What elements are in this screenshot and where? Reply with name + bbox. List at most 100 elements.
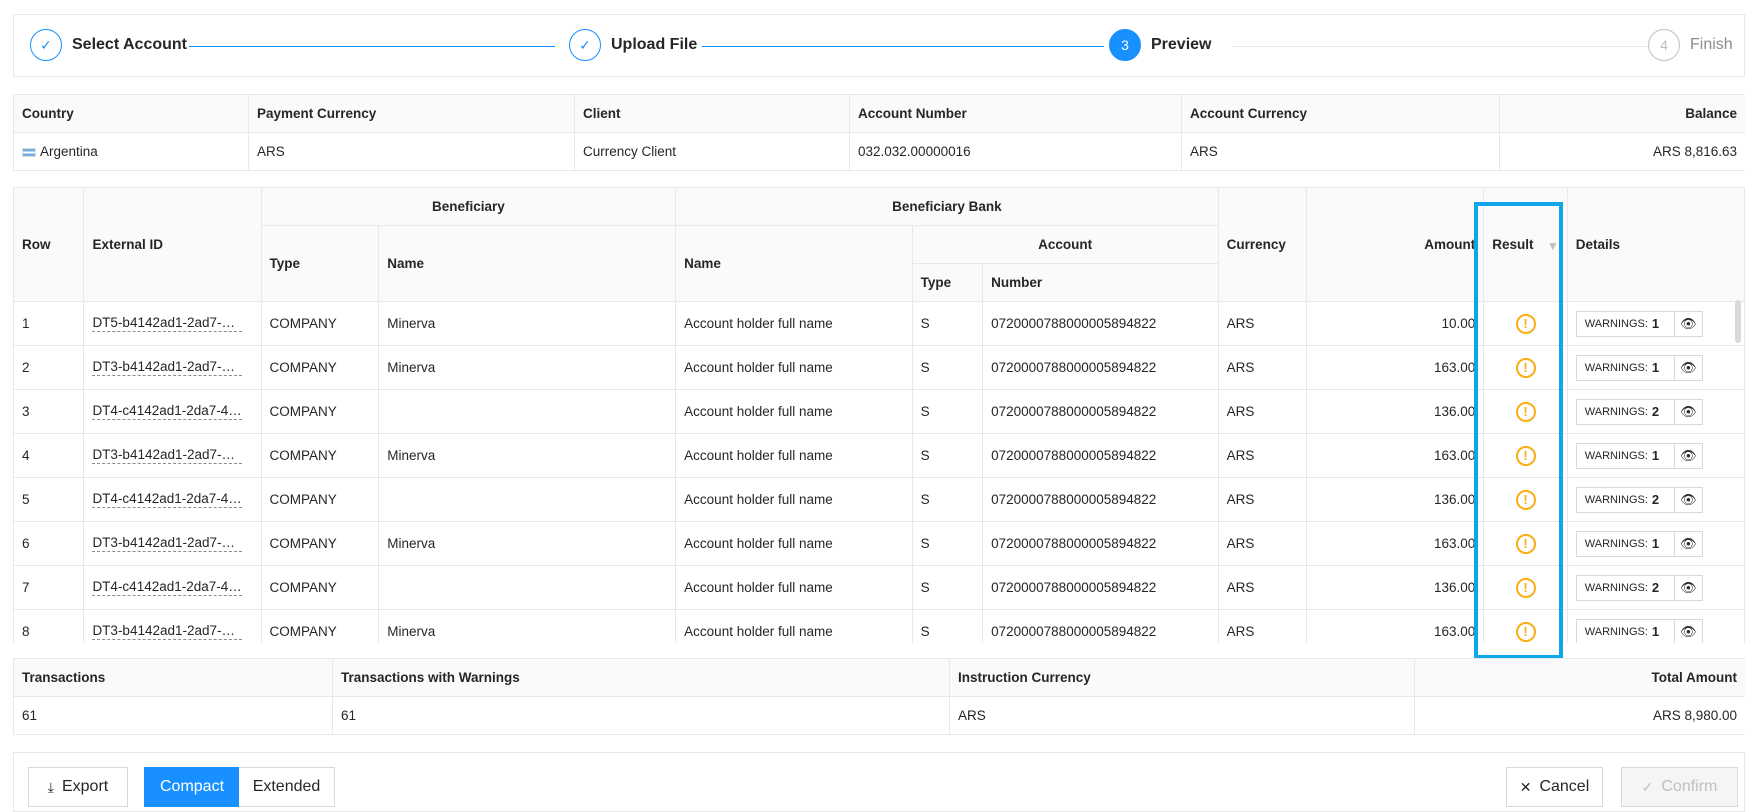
step-label: Select Account bbox=[72, 36, 187, 54]
result-cell: ! bbox=[1484, 434, 1568, 478]
result-cell: ! bbox=[1484, 566, 1568, 610]
column-header: Transactions with Warnings bbox=[333, 659, 950, 697]
account-number-cell: 0720000788000005894822 bbox=[983, 522, 1218, 566]
account-type-cell: S bbox=[912, 346, 982, 390]
bank-name-cell: Account holder full name bbox=[676, 434, 913, 478]
eye-icon[interactable]: 👁 bbox=[1675, 619, 1703, 644]
warnings-count: 1 bbox=[1652, 536, 1666, 551]
warnings-count: 2 bbox=[1652, 492, 1666, 507]
external-id-cell: DT3-b4142ad1-2ad7-47... bbox=[84, 522, 261, 566]
warning-icon: ! bbox=[1516, 622, 1536, 642]
result-label: Result bbox=[1492, 237, 1533, 252]
extended-toggle[interactable]: Extended bbox=[239, 767, 335, 807]
table-row[interactable]: 3DT4-c4142ad1-2da7-47...COMPANYAccount h… bbox=[14, 390, 1745, 434]
warnings-button[interactable]: WARNINGS:2 bbox=[1576, 399, 1675, 425]
details-cell: WARNINGS:2👁 bbox=[1567, 566, 1744, 610]
external-id-link[interactable]: DT3-b4142ad1-2ad7-47... bbox=[92, 447, 242, 464]
external-id-link[interactable]: DT3-b4142ad1-2ad7-47... bbox=[92, 535, 242, 552]
external-id-link[interactable]: DT3-b4142ad1-2ad7-47... bbox=[92, 623, 242, 640]
warning-icon: ! bbox=[1516, 578, 1536, 598]
step-connector bbox=[1232, 46, 1647, 47]
header-row: Row bbox=[14, 188, 84, 302]
eye-icon[interactable]: 👁 bbox=[1675, 575, 1703, 601]
warnings-button[interactable]: WARNINGS:1 bbox=[1576, 531, 1675, 557]
table-row[interactable]: 8DT3-b4142ad1-2ad7-47...COMPANYMinervaAc… bbox=[14, 610, 1745, 644]
warnings-button[interactable]: WARNINGS:1 bbox=[1576, 311, 1675, 337]
step-select-account[interactable]: ✓ Select Account bbox=[30, 29, 187, 61]
header-currency: Currency bbox=[1218, 188, 1307, 302]
amount-cell: 163.00 bbox=[1307, 434, 1484, 478]
bank-name-cell: Account holder full name bbox=[676, 478, 913, 522]
eye-icon[interactable]: 👁 bbox=[1675, 311, 1703, 337]
table-row[interactable]: 5DT4-c4142ad1-2da7-47...COMPANYAccount h… bbox=[14, 478, 1745, 522]
cancel-button[interactable]: ✕ Cancel bbox=[1506, 767, 1603, 807]
beneficiary-type-cell: COMPANY bbox=[261, 390, 379, 434]
compact-toggle[interactable]: Compact bbox=[144, 767, 240, 807]
external-id-link[interactable]: DT4-c4142ad1-2da7-47... bbox=[92, 579, 242, 596]
step-upload-file[interactable]: ✓ Upload File bbox=[569, 29, 697, 61]
warning-icon: ! bbox=[1516, 446, 1536, 466]
table-row[interactable]: 6DT3-b4142ad1-2ad7-47...COMPANYMinervaAc… bbox=[14, 522, 1745, 566]
account-number-cell: 0720000788000005894822 bbox=[983, 302, 1218, 346]
eye-icon[interactable]: 👁 bbox=[1675, 487, 1703, 513]
eye-icon[interactable]: 👁 bbox=[1675, 355, 1703, 381]
external-id-link[interactable]: DT3-b4142ad1-2ad7-47... bbox=[92, 359, 242, 376]
client-cell: Currency Client bbox=[575, 133, 850, 171]
warnings-label: WARNINGS: bbox=[1585, 406, 1648, 418]
row-number: 8 bbox=[14, 610, 84, 644]
beneficiary-name-cell: Minerva bbox=[379, 610, 676, 644]
result-cell: ! bbox=[1484, 302, 1568, 346]
filter-icon[interactable]: ▼ bbox=[1547, 239, 1559, 253]
table-row[interactable]: 2DT3-b4142ad1-2ad7-47...COMPANYMinervaAc… bbox=[14, 346, 1745, 390]
step-label: Finish bbox=[1690, 36, 1733, 54]
account-info-table: Country Payment Currency Client Account … bbox=[13, 94, 1745, 171]
amount-cell: 136.00 bbox=[1307, 566, 1484, 610]
export-button[interactable]: ⤓ Export bbox=[28, 767, 128, 807]
warnings-button[interactable]: WARNINGS:1 bbox=[1576, 355, 1675, 381]
account-type-cell: S bbox=[912, 566, 982, 610]
table-row[interactable]: 7DT4-c4142ad1-2da7-47...COMPANYAccount h… bbox=[14, 566, 1745, 610]
amount-cell: 163.00 bbox=[1307, 346, 1484, 390]
header-result[interactable]: Result ▼ bbox=[1484, 188, 1568, 302]
amount-cell: 136.00 bbox=[1307, 390, 1484, 434]
currency-cell: ARS bbox=[1218, 478, 1307, 522]
external-id-link[interactable]: DT4-c4142ad1-2da7-47... bbox=[92, 403, 242, 420]
account-number-cell: 0720000788000005894822 bbox=[983, 346, 1218, 390]
warnings-button[interactable]: WARNINGS:2 bbox=[1576, 575, 1675, 601]
beneficiary-type-cell: COMPANY bbox=[261, 566, 379, 610]
step-preview[interactable]: 3 Preview bbox=[1109, 29, 1211, 61]
external-id-cell: DT4-c4142ad1-2da7-47... bbox=[84, 566, 261, 610]
external-id-link[interactable]: DT4-c4142ad1-2da7-47... bbox=[92, 491, 242, 508]
external-id-link[interactable]: DT5-b4142ad1-2ad7-47... bbox=[92, 315, 242, 332]
eye-icon[interactable]: 👁 bbox=[1675, 443, 1703, 469]
scrollbar[interactable] bbox=[1735, 300, 1741, 343]
external-id-cell: DT3-b4142ad1-2ad7-47... bbox=[84, 346, 261, 390]
warnings-button[interactable]: WARNINGS:1 bbox=[1576, 619, 1675, 644]
step-connector bbox=[702, 46, 1104, 47]
beneficiary-name-cell bbox=[379, 566, 676, 610]
compact-label: Compact bbox=[160, 778, 224, 796]
step-label: Preview bbox=[1151, 36, 1211, 54]
eye-icon[interactable]: 👁 bbox=[1675, 399, 1703, 425]
beneficiary-name-cell bbox=[379, 478, 676, 522]
step-connector bbox=[189, 46, 555, 47]
bank-name-cell: Account holder full name bbox=[676, 390, 913, 434]
column-header: Transactions bbox=[14, 659, 333, 697]
transactions-table-container[interactable]: Row External ID Beneficiary Beneficiary … bbox=[13, 187, 1745, 643]
warnings-button[interactable]: WARNINGS: 2 bbox=[1576, 487, 1675, 513]
warnings-label: WARNINGS: bbox=[1585, 494, 1648, 506]
table-row[interactable]: 1DT5-b4142ad1-2ad7-47...COMPANYMinervaAc… bbox=[14, 302, 1745, 346]
confirm-button[interactable]: ✓ Confirm bbox=[1621, 767, 1738, 807]
beneficiary-type-cell: COMPANY bbox=[261, 610, 379, 644]
beneficiary-name-cell: Minerva bbox=[379, 302, 676, 346]
footer-bar: ⤓ Export Compact Extended ✕ Cancel ✓ Con… bbox=[13, 752, 1745, 812]
beneficiary-name-cell: Minerva bbox=[379, 346, 676, 390]
row-number: 6 bbox=[14, 522, 84, 566]
eye-icon[interactable]: 👁 bbox=[1675, 531, 1703, 557]
table-row[interactable]: 4DT3-b4142ad1-2ad7-47...COMPANYMinervaAc… bbox=[14, 434, 1745, 478]
column-header: Country bbox=[14, 95, 249, 133]
warnings-count: 1 bbox=[1652, 448, 1666, 463]
export-label: Export bbox=[62, 778, 108, 796]
warnings-button[interactable]: WARNINGS:1 bbox=[1576, 443, 1675, 469]
column-header: Balance bbox=[1500, 95, 1745, 133]
